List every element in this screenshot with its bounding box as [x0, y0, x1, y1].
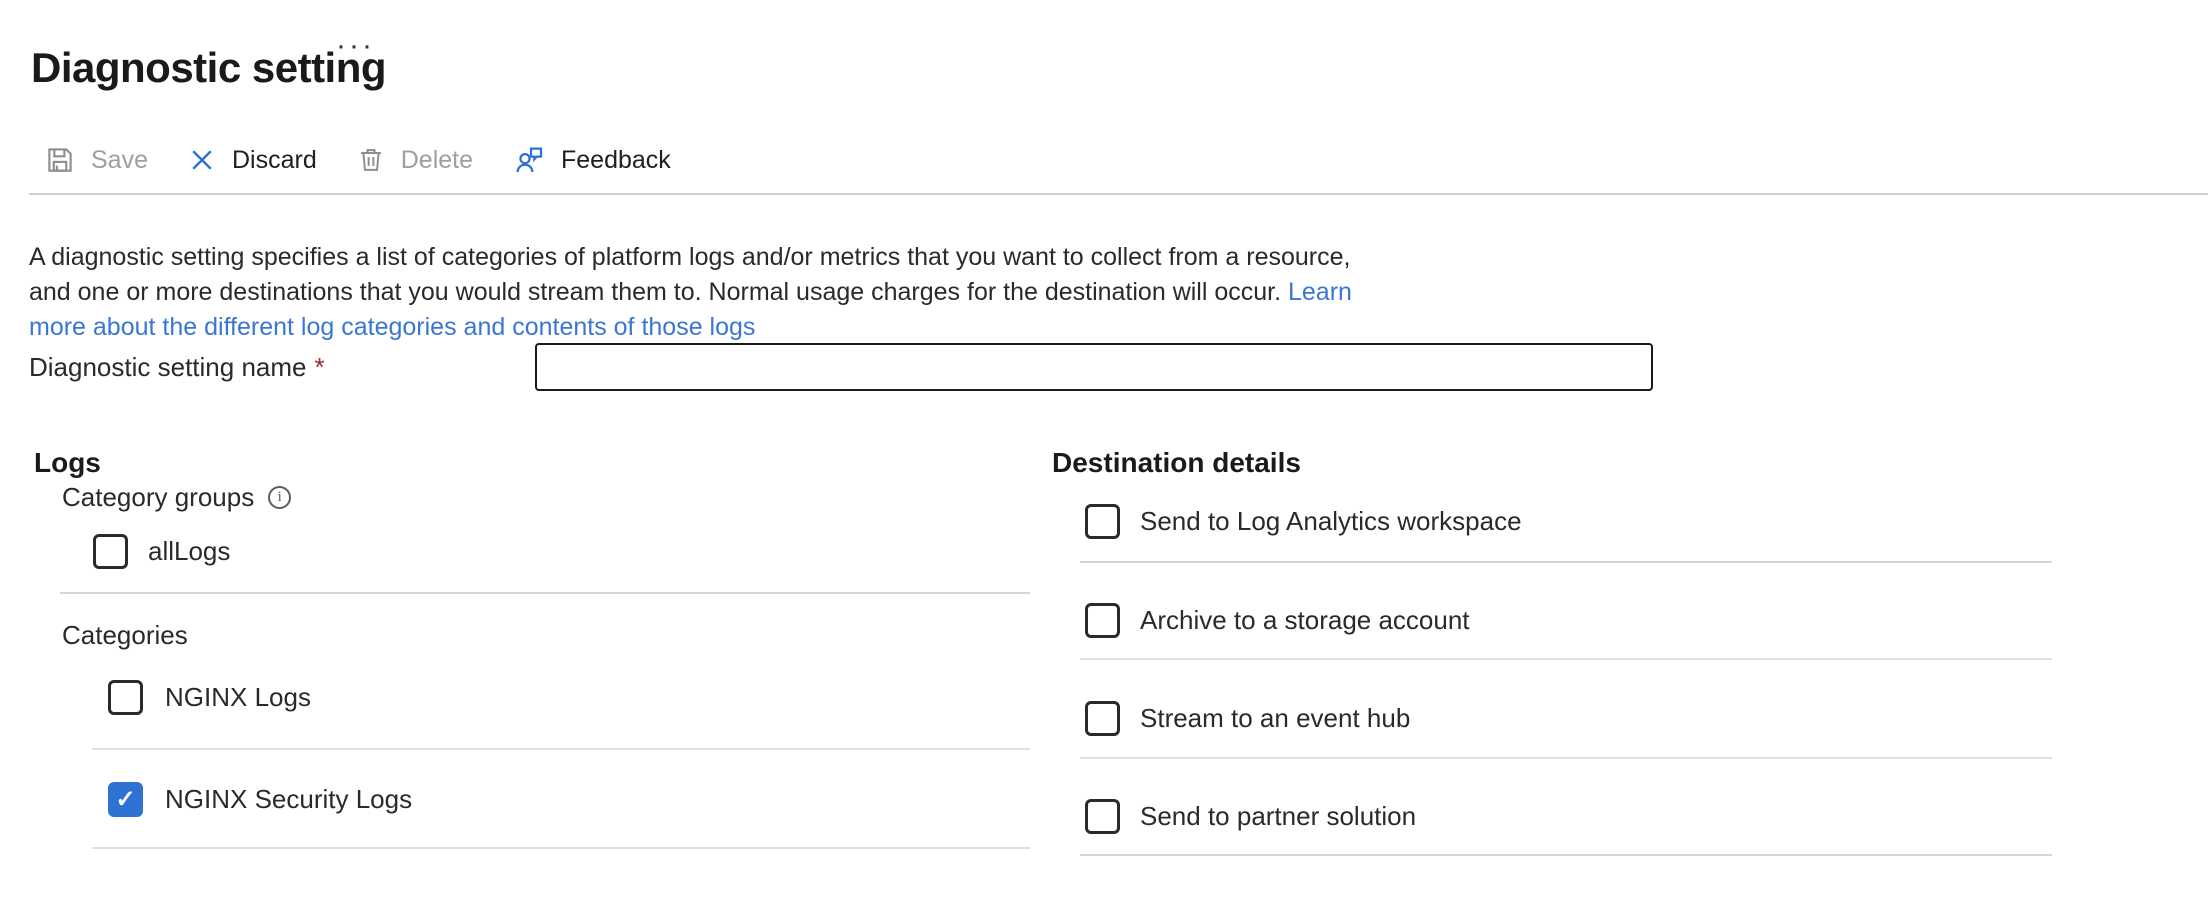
command-bar: Save Discard Delete Feedba — [45, 138, 671, 182]
feedback-icon — [513, 144, 545, 176]
logs-section-heading: Logs — [34, 447, 101, 479]
trash-icon — [357, 146, 385, 174]
category-groups-row: Category groups i — [62, 482, 291, 513]
name-field-label: Diagnostic setting name * — [29, 352, 325, 383]
more-options-button[interactable]: ··· — [330, 28, 381, 64]
nginx-logs-checkbox[interactable] — [108, 680, 143, 715]
destination-details-heading: Destination details — [1052, 447, 1301, 479]
event-hub-label[interactable]: Stream to an event hub — [1140, 703, 1410, 734]
alllogs-checkbox[interactable] — [93, 534, 128, 569]
storage-account-checkbox[interactable] — [1085, 603, 1120, 638]
toolbar-divider — [29, 193, 2208, 195]
log-analytics-label[interactable]: Send to Log Analytics workspace — [1140, 506, 1522, 537]
alllogs-label[interactable]: allLogs — [148, 536, 230, 567]
event-hub-row: Stream to an event hub — [1085, 701, 1410, 736]
categories-label: Categories — [62, 620, 188, 651]
discard-x-icon — [188, 146, 216, 174]
info-icon[interactable]: i — [268, 486, 291, 509]
partner-solution-label[interactable]: Send to partner solution — [1140, 801, 1416, 832]
save-icon — [45, 145, 75, 175]
event-hub-checkbox[interactable] — [1085, 701, 1120, 736]
required-asterisk: * — [314, 352, 324, 382]
storage-account-label[interactable]: Archive to a storage account — [1140, 605, 1470, 636]
storage-account-row: Archive to a storage account — [1085, 603, 1470, 638]
name-field-label-text: Diagnostic setting name — [29, 352, 306, 382]
delete-button[interactable]: Delete — [357, 146, 473, 175]
feedback-button[interactable]: Feedback — [513, 144, 671, 176]
save-button[interactable]: Save — [45, 145, 148, 175]
nginx-logs-row: NGINX Logs — [108, 680, 311, 715]
logs-divider-1 — [60, 592, 1030, 594]
discard-label: Discard — [232, 146, 317, 175]
nginx-security-logs-label[interactable]: NGINX Security Logs — [165, 784, 412, 815]
description-text: A diagnostic setting specifies a list of… — [29, 240, 1359, 345]
save-label: Save — [91, 146, 148, 175]
partner-solution-row: Send to partner solution — [1085, 799, 1416, 834]
discard-button[interactable]: Discard — [188, 146, 317, 175]
destination-divider-4 — [1080, 854, 2052, 856]
logs-divider-3 — [92, 847, 1030, 849]
log-analytics-row: Send to Log Analytics workspace — [1085, 504, 1522, 539]
log-analytics-checkbox[interactable] — [1085, 504, 1120, 539]
diagnostic-setting-name-input[interactable] — [535, 343, 1653, 391]
destination-divider-1 — [1080, 561, 2052, 563]
alllogs-row: allLogs — [93, 534, 230, 569]
feedback-label: Feedback — [561, 146, 671, 175]
destination-divider-2 — [1080, 658, 2052, 660]
destination-divider-3 — [1080, 757, 2052, 759]
delete-label: Delete — [401, 146, 473, 175]
partner-solution-checkbox[interactable] — [1085, 799, 1120, 834]
logs-divider-2 — [92, 748, 1030, 750]
nginx-security-logs-row: NGINX Security Logs — [108, 782, 412, 817]
nginx-security-logs-checkbox[interactable] — [108, 782, 143, 817]
category-groups-label: Category groups — [62, 482, 254, 513]
description-body: A diagnostic setting specifies a list of… — [29, 243, 1350, 306]
nginx-logs-label[interactable]: NGINX Logs — [165, 682, 311, 713]
